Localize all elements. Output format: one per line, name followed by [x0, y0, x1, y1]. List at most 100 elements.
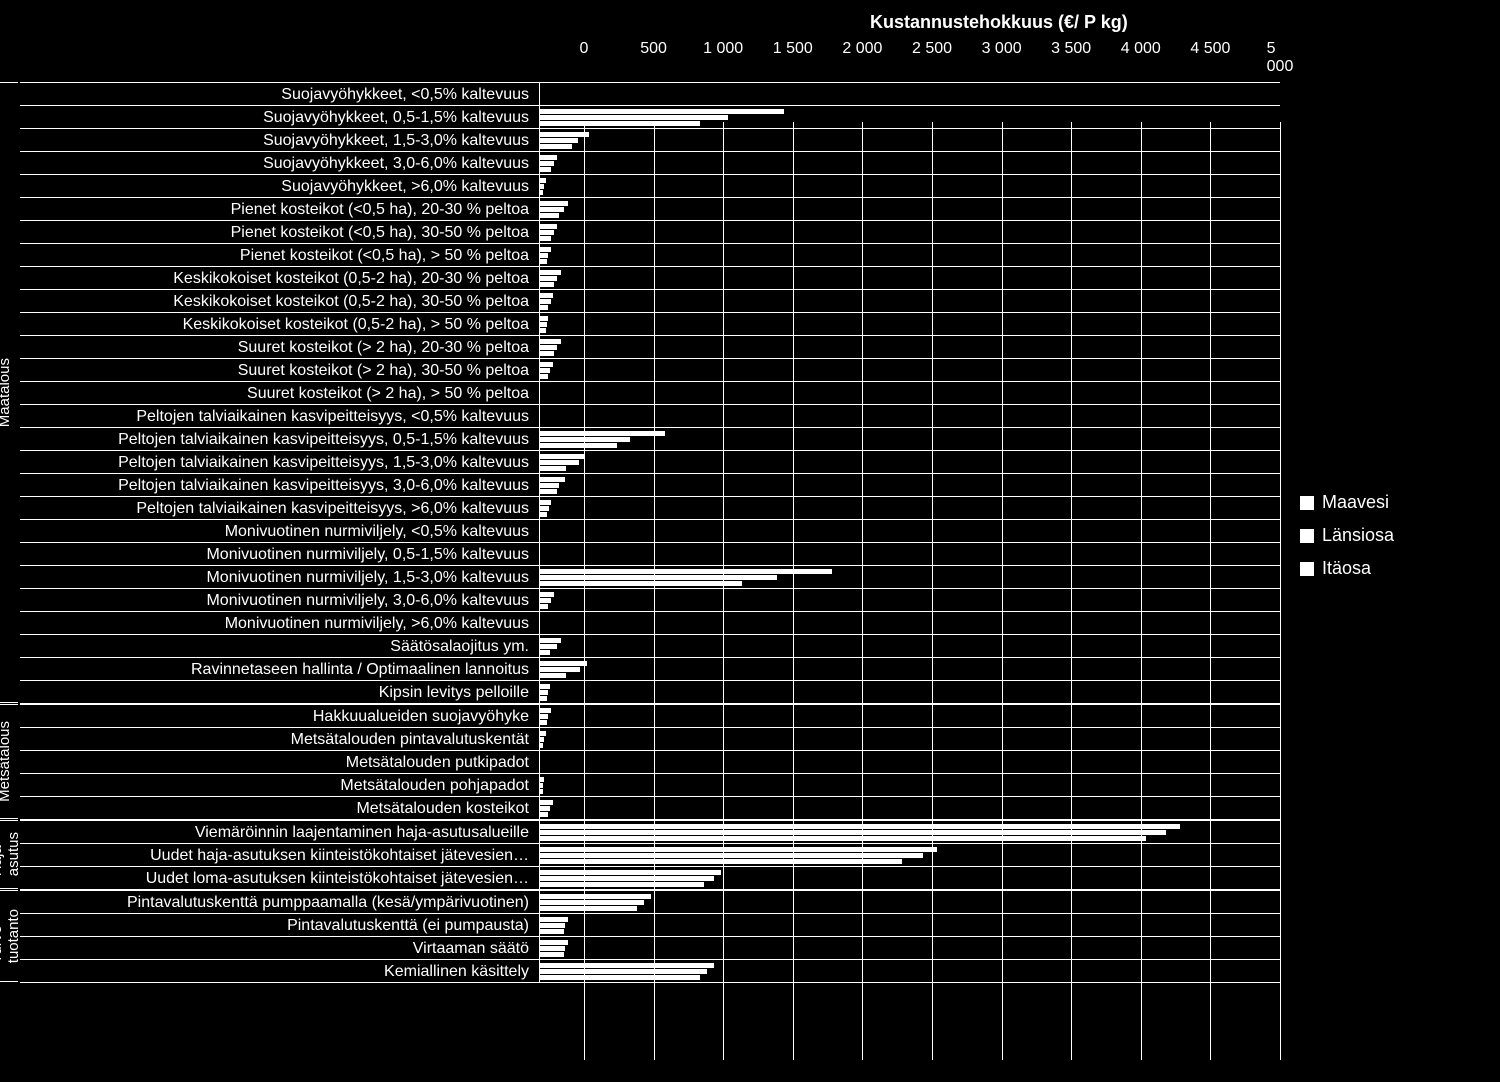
chart-row: Keskikokoiset kosteikot (0,5-2 ha), 30-5… [20, 289, 1280, 312]
bar-itäosa [540, 812, 548, 817]
bar-itäosa [540, 512, 547, 517]
x-tick: 500 [640, 40, 667, 58]
bars-cell [540, 290, 1280, 312]
bar-maavesi [540, 477, 565, 482]
bar-itäosa [540, 144, 572, 149]
bar-track [540, 290, 1280, 312]
bar-maavesi [540, 731, 546, 736]
bar-track [540, 175, 1280, 197]
bar-maavesi [540, 270, 561, 275]
row-label: Peltojen talviaikainen kasvipeitteisyys,… [20, 428, 540, 450]
bar-länsiosa [540, 900, 644, 905]
bar-itäosa [540, 836, 1146, 841]
chart-row: Virtaaman säätö [20, 936, 1280, 959]
bar-track [540, 497, 1280, 519]
bars-cell [540, 751, 1280, 773]
bar-itäosa [540, 167, 551, 172]
bars-cell [540, 106, 1280, 128]
chart-row: Suojavyöhykkeet, 3,0-6,0% kaltevuus [20, 151, 1280, 174]
bar-itäosa [540, 121, 700, 126]
bars-cell [540, 451, 1280, 473]
chart-row: Pienet kosteikot (<0,5 ha), > 50 % pelto… [20, 243, 1280, 266]
bar-maavesi [540, 201, 568, 206]
bar-maavesi [540, 155, 557, 160]
bars-cell [540, 152, 1280, 174]
legend-item-lansiosa: Länsiosa [1300, 525, 1394, 546]
row-label: Pienet kosteikot (<0,5 ha), 20-30 % pelt… [20, 198, 540, 220]
chart-row: Suojavyöhykkeet, 1,5-3,0% kaltevuus [20, 128, 1280, 151]
bar-maavesi [540, 247, 551, 252]
bar-länsiosa [540, 853, 923, 858]
row-label: Uudet loma-asutuksen kiinteistökohtaiset… [20, 867, 540, 889]
bar-track [540, 774, 1280, 796]
chart-row: Pienet kosteikot (<0,5 ha), 20-30 % pelt… [20, 197, 1280, 220]
bar-itäosa [540, 466, 566, 471]
bar-track [540, 914, 1280, 936]
bar-länsiosa [540, 969, 707, 974]
bars-cell [540, 175, 1280, 197]
bar-track [540, 751, 1280, 773]
bar-länsiosa [540, 690, 548, 695]
bar-track [540, 313, 1280, 335]
bar-track [540, 844, 1280, 866]
bar-track [540, 797, 1280, 819]
bar-maavesi [540, 500, 551, 505]
bar-track [540, 520, 1280, 542]
bar-track [540, 221, 1280, 243]
group-mets-talous: MetsätalousHakkuualueiden suojavyöhykeMe… [20, 703, 1280, 819]
bar-maavesi [540, 454, 585, 459]
row-label: Viemäröinnin laajentaminen haja-asutusal… [20, 821, 540, 843]
bar-itäosa [540, 374, 548, 379]
bar-track [540, 937, 1280, 959]
bar-länsiosa [540, 299, 551, 304]
bar-track [540, 821, 1280, 843]
x-tick: 1 500 [773, 40, 813, 58]
category-label: Turve- tuotanto [0, 890, 18, 982]
bar-track [540, 106, 1280, 128]
bars-cell [540, 612, 1280, 634]
bars-cell [540, 635, 1280, 657]
bar-itäosa [540, 305, 548, 310]
bar-itäosa [540, 673, 566, 678]
chart-row: Monivuotinen nurmiviljely, <0,5% kaltevu… [20, 519, 1280, 542]
bar-maavesi [540, 661, 587, 666]
bar-maavesi [540, 894, 651, 899]
bar-länsiosa [540, 830, 1166, 835]
bars-cell [540, 681, 1280, 703]
row-label: Monivuotinen nurmiviljely, <0,5% kaltevu… [20, 520, 540, 542]
row-label: Monivuotinen nurmiviljely, 3,0-6,0% kalt… [20, 589, 540, 611]
bar-länsiosa [540, 460, 579, 465]
bar-länsiosa [540, 876, 714, 881]
bars-cell [540, 497, 1280, 519]
bar-itäosa [540, 236, 551, 241]
x-tick: 4 500 [1190, 40, 1230, 58]
row-label: Metsätalouden putkipadot [20, 751, 540, 773]
bars-cell [540, 474, 1280, 496]
legend-swatch [1300, 562, 1314, 576]
bar-länsiosa [540, 737, 544, 742]
x-tick: 5 000 [1267, 40, 1294, 76]
chart-row: Keskikokoiset kosteikot (0,5-2 ha), 20-3… [20, 266, 1280, 289]
bar-maavesi [540, 178, 546, 183]
bar-maavesi [540, 940, 568, 945]
x-tick: 3 000 [982, 40, 1022, 58]
row-label: Peltojen talviaikainen kasvipeitteisyys,… [20, 451, 540, 473]
bar-track [540, 451, 1280, 473]
bars-cell [540, 129, 1280, 151]
bar-track [540, 612, 1280, 634]
bars-cell [540, 844, 1280, 866]
row-label: Pienet kosteikot (<0,5 ha), 30-50 % pelt… [20, 221, 540, 243]
bar-itäosa [540, 929, 564, 934]
bars-cell [540, 405, 1280, 427]
chart-row: Suuret kosteikot (> 2 ha), 20-30 % pelto… [20, 335, 1280, 358]
chart-row: Suuret kosteikot (> 2 ha), > 50 % peltoa [20, 381, 1280, 404]
legend: Maavesi Länsiosa Itäosa [1300, 480, 1394, 591]
bar-länsiosa [540, 184, 544, 189]
chart-row: Suojavyöhykkeet, >6,0% kaltevuus [20, 174, 1280, 197]
bars-cell [540, 728, 1280, 750]
bar-itäosa [540, 906, 637, 911]
bar-track [540, 960, 1280, 982]
bar-maavesi [540, 592, 554, 597]
bar-track [540, 382, 1280, 404]
row-label: Hakkuualueiden suojavyöhyke [20, 705, 540, 727]
